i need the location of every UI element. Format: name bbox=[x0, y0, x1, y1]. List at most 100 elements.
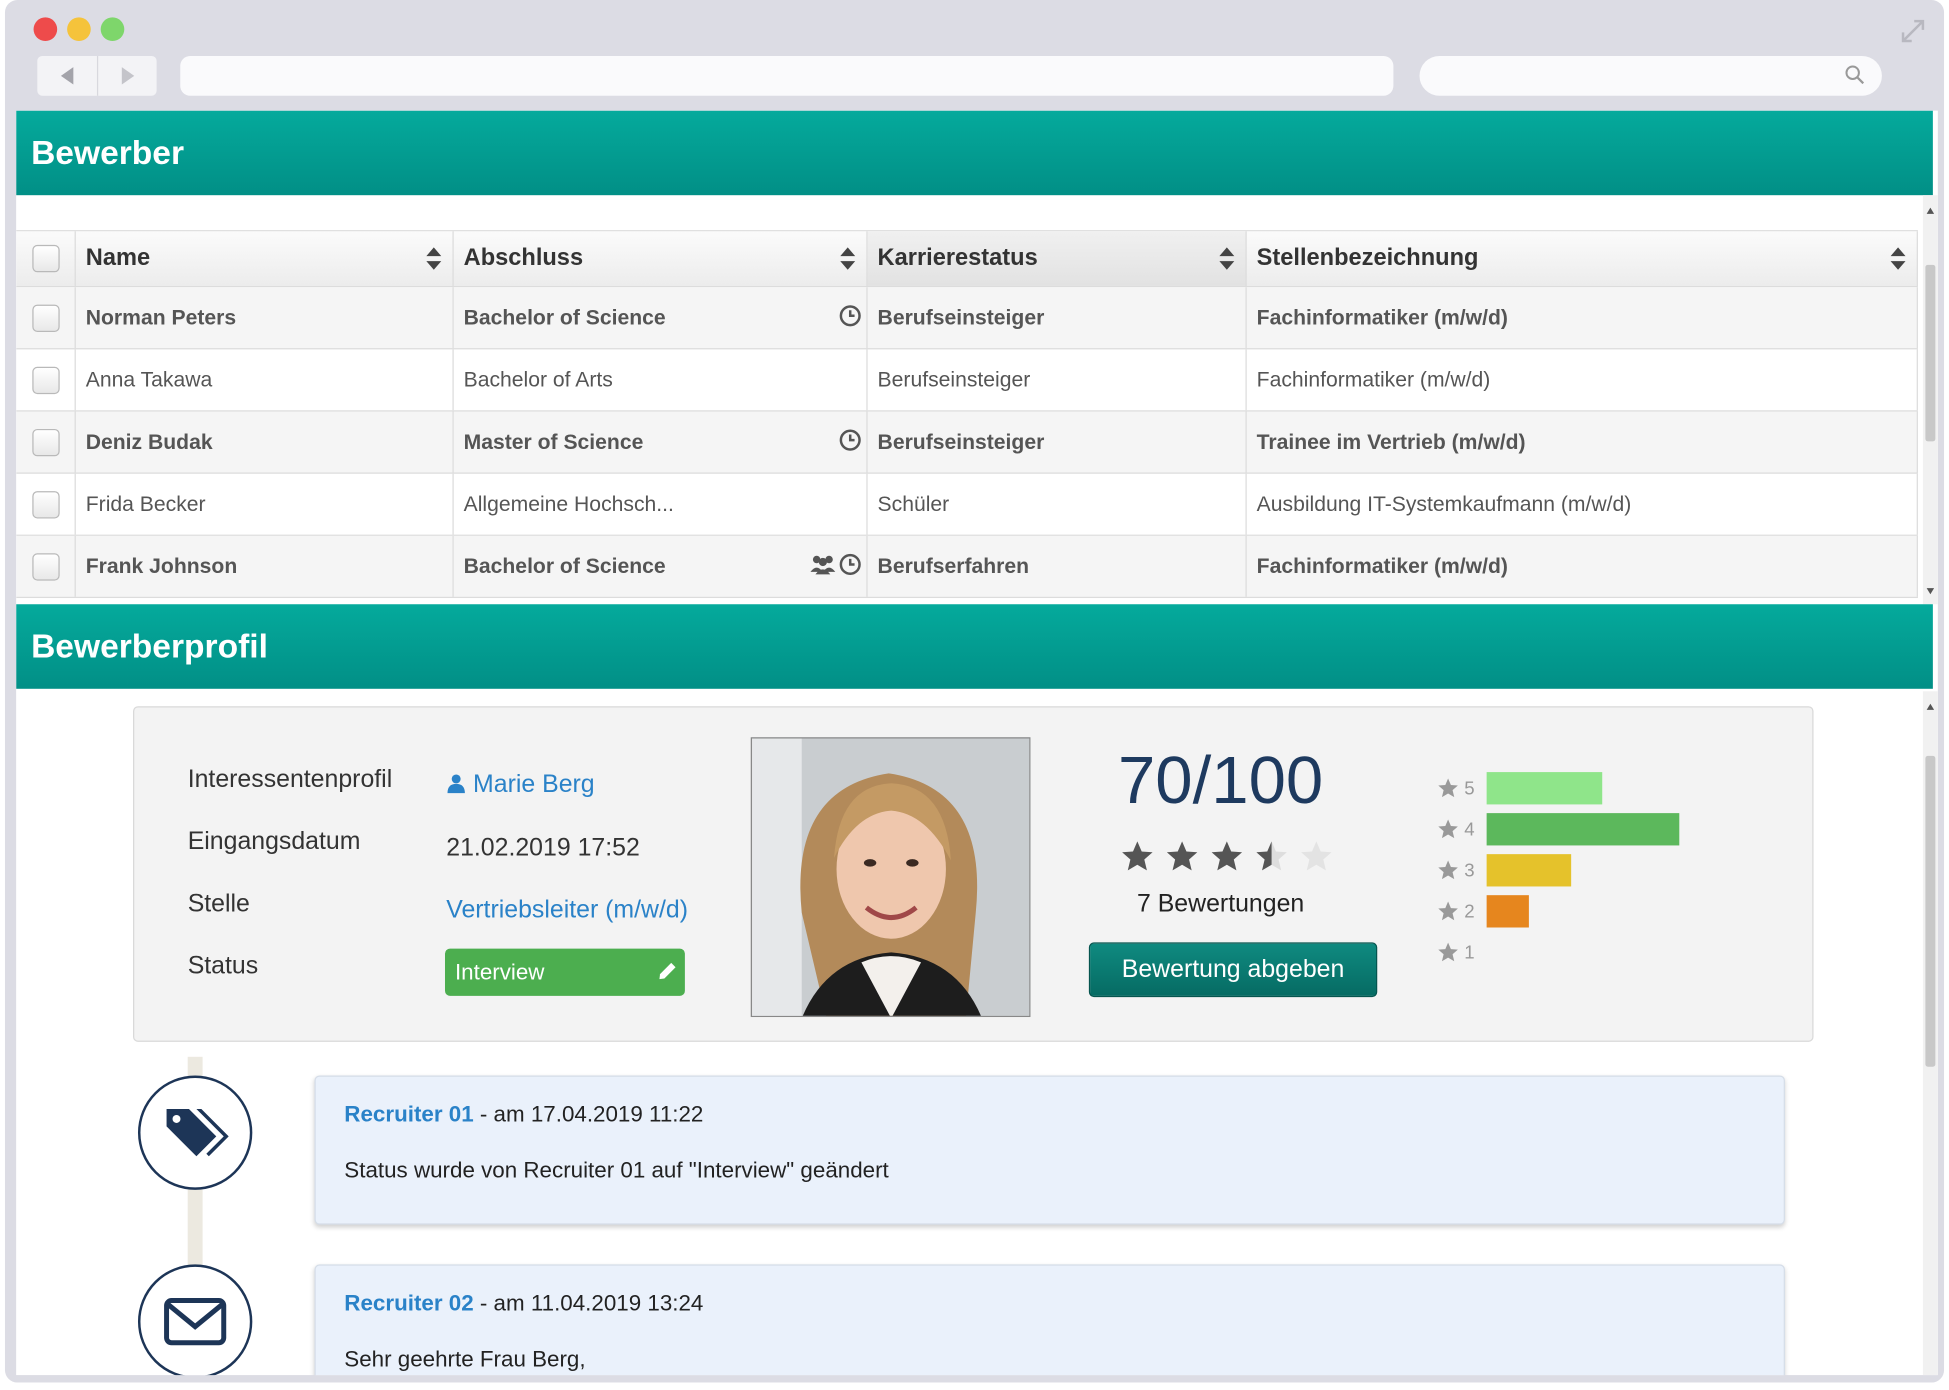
status-label: Status bbox=[187, 952, 259, 980]
received-date-label: Eingangsdatum bbox=[187, 828, 361, 856]
profile-scrollbar[interactable] bbox=[1922, 691, 1938, 1376]
interest-profile-label: Interessentenprofil bbox=[187, 765, 393, 794]
address-bar[interactable] bbox=[180, 55, 1394, 96]
cell-name: Deniz Budak bbox=[76, 411, 454, 473]
timeline-card-header: Recruiter 02 - am 11.04.2019 13:24 bbox=[344, 1291, 703, 1317]
timeline-card-header: Recruiter 01 - am 17.04.2019 11:22 bbox=[344, 1102, 703, 1128]
maximize-window-button[interactable] bbox=[100, 17, 125, 42]
star-icon bbox=[1438, 778, 1458, 798]
column-header-degree[interactable]: Abschluss bbox=[454, 231, 868, 286]
row-select-cell bbox=[16, 473, 76, 535]
cell-name: Frank Johnson bbox=[76, 535, 454, 597]
cell-job-title: Fachinformatiker (m/w/d) bbox=[1247, 349, 1918, 411]
cell-job-title: Fachinformatiker (m/w/d) bbox=[1247, 535, 1918, 597]
cell-name: Frida Becker bbox=[76, 473, 454, 535]
distribution-label: 4 bbox=[1437, 818, 1487, 840]
table-row[interactable]: Norman Peters Bachelor of Science Berufs… bbox=[16, 287, 1918, 350]
browser-search-input[interactable] bbox=[1419, 55, 1882, 96]
sort-icon[interactable] bbox=[1218, 246, 1235, 271]
select-all-cell bbox=[16, 231, 76, 286]
cell-degree: Bachelor of Science bbox=[454, 535, 868, 597]
degree-text: Bachelor of Science bbox=[463, 305, 666, 329]
applicant-profile-card: Interessentenprofil Eingangsdatum Stelle… bbox=[133, 706, 1814, 1042]
applicant-photo bbox=[750, 737, 1031, 1018]
table-header-row: Name Abschluss Karrierestatus Stellenbez… bbox=[16, 230, 1918, 288]
sort-icon[interactable] bbox=[425, 246, 442, 271]
status-value: Interview bbox=[454, 959, 545, 985]
row-checkbox[interactable] bbox=[31, 552, 60, 580]
table-scrollbar[interactable] bbox=[1922, 195, 1938, 605]
cell-career-status: Berufseinsteiger bbox=[868, 349, 1247, 411]
portrait-image bbox=[752, 738, 1030, 1016]
forward-arrow-icon bbox=[121, 67, 134, 85]
column-label: Karrierestatus bbox=[877, 244, 1038, 272]
expand-icon[interactable] bbox=[1899, 17, 1926, 44]
table-row[interactable]: Frank Johnson Bachelor of Science Berufs… bbox=[16, 535, 1918, 599]
scrollbar-thumb[interactable] bbox=[1925, 755, 1936, 1067]
distribution-row-5: 5 bbox=[1437, 772, 1603, 805]
applicants-table: Name Abschluss Karrierestatus Stellenbez… bbox=[16, 230, 1918, 603]
column-header-job-title[interactable]: Stellenbezeichnung bbox=[1247, 231, 1918, 286]
table-row[interactable]: Deniz Budak Master of Science Berufseins… bbox=[16, 411, 1918, 474]
cell-job-title: Fachinformatiker (m/w/d) bbox=[1247, 287, 1918, 349]
user-icon bbox=[447, 774, 465, 794]
column-header-name[interactable]: Name bbox=[76, 231, 454, 286]
applicant-name-link[interactable]: Marie Berg bbox=[446, 771, 595, 800]
degree-text: Master of Science bbox=[463, 429, 644, 454]
clock-icon bbox=[839, 429, 861, 451]
forward-button[interactable] bbox=[96, 55, 157, 96]
rating-count: 7 Bewertungen bbox=[1136, 890, 1305, 918]
row-select-cell bbox=[16, 349, 76, 411]
cell-degree: Bachelor of Arts bbox=[454, 349, 868, 411]
timeline-author-link[interactable]: Recruiter 01 bbox=[344, 1102, 473, 1127]
row-checkbox[interactable] bbox=[31, 428, 60, 456]
distribution-row-2: 2 bbox=[1437, 895, 1530, 928]
cell-career-status: Berufseinsteiger bbox=[868, 411, 1247, 473]
cell-degree: Master of Science bbox=[454, 411, 868, 473]
sort-icon[interactable] bbox=[1889, 246, 1906, 271]
row-select-cell bbox=[16, 411, 76, 473]
distribution-bar bbox=[1486, 854, 1572, 887]
timeline-event-icon bbox=[137, 1264, 253, 1376]
row-checkbox[interactable] bbox=[31, 490, 60, 518]
distribution-row-1: 1 bbox=[1437, 936, 1487, 968]
scroll-up-arrow[interactable] bbox=[1926, 207, 1935, 214]
star-icon bbox=[1438, 942, 1458, 962]
star-rating bbox=[1120, 839, 1334, 874]
status-button[interactable]: Interview bbox=[444, 948, 685, 996]
distribution-bar bbox=[1486, 813, 1680, 846]
cell-degree: Bachelor of Science bbox=[454, 287, 868, 349]
scroll-down-arrow[interactable] bbox=[1926, 588, 1935, 595]
star-filled-icon bbox=[1166, 841, 1198, 871]
row-checkbox[interactable] bbox=[31, 366, 60, 394]
app-viewport: Bewerber Name Abschluss Karrierestatus S… bbox=[16, 110, 1938, 1376]
table-row[interactable]: Anna Takawa Bachelor of Arts Berufseinst… bbox=[16, 349, 1918, 412]
row-select-cell bbox=[16, 287, 76, 349]
scroll-up-arrow[interactable] bbox=[1926, 703, 1935, 710]
position-link[interactable]: Vertriebsleiter (m/w/d) bbox=[446, 896, 688, 925]
minimize-window-button[interactable] bbox=[67, 17, 91, 42]
column-header-career-status[interactable]: Karrierestatus bbox=[867, 231, 1247, 286]
table-row[interactable]: Frida Becker Allgemeine Hochsch... Schül… bbox=[16, 473, 1918, 536]
timeline-card: Recruiter 02 - am 11.04.2019 13:24 Sehr … bbox=[314, 1264, 1785, 1376]
cell-career-status: Berufserfahren bbox=[868, 535, 1247, 597]
submit-rating-button[interactable]: Bewertung abgeben bbox=[1088, 942, 1378, 998]
back-arrow-icon bbox=[60, 67, 74, 85]
timeline-message: Sehr geehrte Frau Berg, bbox=[344, 1346, 586, 1372]
sort-icon[interactable] bbox=[839, 246, 856, 271]
timeline-author-link[interactable]: Recruiter 02 bbox=[344, 1291, 473, 1316]
distribution-bar bbox=[1486, 895, 1530, 928]
close-window-button[interactable] bbox=[33, 17, 58, 42]
users-icon bbox=[810, 555, 836, 575]
position-label: Stelle bbox=[187, 890, 250, 918]
navigation-buttons bbox=[37, 55, 157, 96]
timeline-timestamp: - am 11.04.2019 13:24 bbox=[473, 1290, 704, 1316]
cell-name: Anna Takawa bbox=[76, 349, 454, 411]
back-button[interactable] bbox=[37, 56, 97, 96]
pencil-icon[interactable] bbox=[658, 961, 678, 981]
distribution-label: 1 bbox=[1437, 941, 1487, 963]
scrollbar-thumb[interactable] bbox=[1925, 264, 1936, 442]
browser-window: Bewerber Name Abschluss Karrierestatus S… bbox=[4, 0, 1945, 1383]
row-checkbox[interactable] bbox=[31, 303, 60, 332]
select-all-checkbox[interactable] bbox=[31, 244, 60, 273]
